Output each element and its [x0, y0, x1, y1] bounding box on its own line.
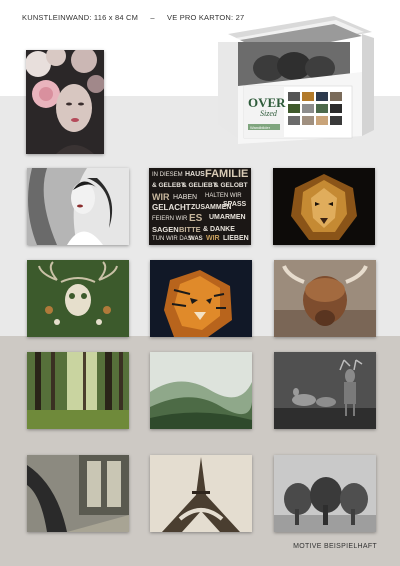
motif-card-deer-skull	[27, 260, 129, 337]
eiffel-tower-image	[150, 455, 252, 532]
poster-word: IN DIESEM	[152, 172, 183, 178]
motif-card-highland-cow	[274, 260, 376, 337]
tiger-image	[150, 260, 252, 337]
poster-word: TUN WIR DAS	[152, 236, 192, 242]
poster-word: HABEN	[173, 194, 198, 201]
poster-word: & GELOBT	[214, 182, 248, 189]
motif-card-staircase	[27, 455, 129, 532]
poster-word: ZUSAMMEN	[191, 204, 232, 211]
staircase-image	[27, 455, 129, 532]
footnote: MOTIVE BEISPIELHAFT	[293, 543, 377, 550]
poster-word: WIR	[206, 235, 220, 242]
deer-image	[274, 352, 376, 429]
poster-word: BITTE	[179, 225, 201, 234]
woman-flowers-image	[26, 50, 104, 154]
motif-card-forest	[27, 352, 129, 429]
lion-image	[273, 168, 375, 245]
forest-image	[27, 352, 129, 429]
display-box: OVER Sized Wandbilder	[214, 12, 376, 148]
poster-word: HALTEN WIR	[205, 193, 242, 199]
brand-line2: Sized	[260, 109, 278, 118]
brand-tag: Wandbilder	[250, 125, 271, 130]
highland-cow-image	[274, 260, 376, 337]
motif-card-lion	[273, 168, 375, 245]
poster-word: LIEBEN	[223, 235, 249, 242]
motif-card-eiffel-tower	[150, 455, 252, 532]
motif-card-woman-flowers	[26, 50, 104, 154]
poster-word: & GELIEBT	[182, 182, 217, 189]
header-separator: –	[150, 13, 155, 22]
woman-ink-image	[27, 168, 129, 245]
display-box-illustration: OVER Sized Wandbilder	[218, 16, 374, 144]
poster-word: & DANKE	[203, 226, 235, 233]
deer-skull-image	[27, 260, 129, 337]
motif-card-tiger	[150, 260, 252, 337]
motif-card-misty-valley	[150, 352, 252, 429]
motif-card-family-typography: IN DIESEM HAUS FAMILIE & GELEBT & GELIEB…	[149, 168, 251, 245]
poster-word: WIR	[152, 192, 170, 202]
motif-card-woman-ink	[27, 168, 129, 245]
poster-word: GELACHT	[152, 203, 191, 212]
wall-size-text: KUNSTLEINWAND: 116 x 84 CM	[22, 13, 139, 22]
poster-word: FEIERN WIR	[152, 216, 188, 222]
motif-card-deer	[274, 352, 376, 429]
brand-line1: OVER	[248, 95, 286, 110]
poster-word: UMARMEN	[209, 214, 246, 221]
poster-word: ES	[189, 213, 203, 224]
poster-word: FAMILIE	[205, 168, 249, 180]
poster-word: WAS	[189, 236, 203, 242]
motif-card-elephants	[274, 455, 376, 532]
poster-word: SAGEN	[152, 225, 179, 234]
poster-word: HAUS	[185, 171, 205, 178]
elephants-image	[274, 455, 376, 532]
misty-valley-image	[150, 352, 252, 429]
poster-word: & GELEBT	[152, 182, 185, 189]
